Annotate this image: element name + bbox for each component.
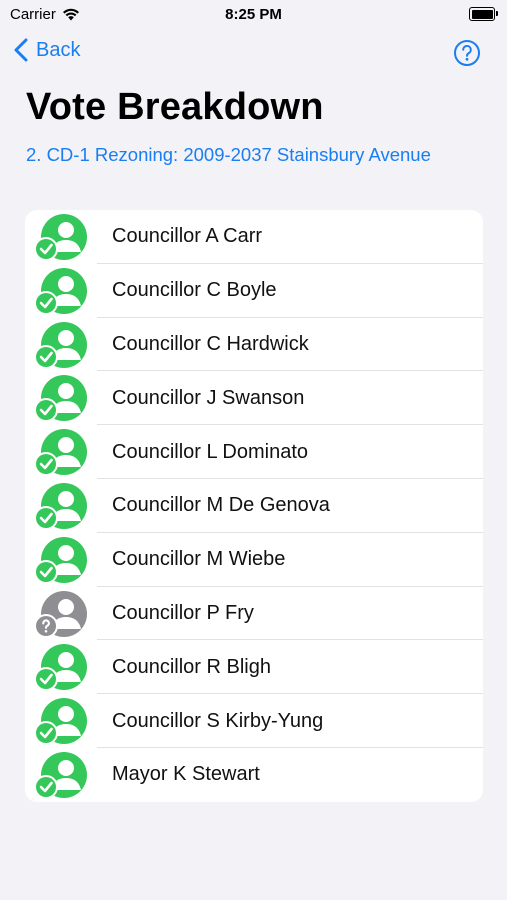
- voted-yes-avatar-icon: [34, 482, 87, 530]
- voted-yes-avatar-icon: [34, 267, 87, 315]
- councillor-row[interactable]: Councillor S Kirby-Yung: [25, 694, 483, 748]
- councillor-row[interactable]: Councillor M De Genova: [25, 479, 483, 533]
- vote-unknown-avatar-icon: [34, 590, 87, 638]
- voted-yes-avatar-icon: [34, 214, 87, 261]
- councillor-row[interactable]: Mayor K Stewart: [25, 748, 483, 802]
- councillor-name: Councillor P Fry: [112, 601, 254, 624]
- page-title: Vote Breakdown: [26, 86, 324, 128]
- councillor-name: Councillor J Swanson: [112, 386, 305, 409]
- motion-link[interactable]: 2. CD-1 Rezoning: 2009-2037 Stainsbury A…: [26, 144, 431, 166]
- back-label: Back: [36, 38, 81, 61]
- question-circle-icon[interactable]: [453, 39, 481, 67]
- status-time: 8:25 PM: [225, 6, 282, 23]
- back-button[interactable]: Back: [14, 38, 80, 62]
- councillor-name: Councillor M De Genova: [112, 494, 330, 517]
- councillor-row[interactable]: Councillor C Boyle: [25, 264, 483, 318]
- councillor-row[interactable]: Councillor A Carr: [25, 210, 483, 264]
- voted-yes-avatar-icon: [34, 644, 87, 692]
- councillor-name: Mayor K Stewart: [112, 763, 260, 786]
- chevron-left-icon: [14, 38, 28, 62]
- voted-yes-avatar-icon: [34, 321, 87, 369]
- councillor-row[interactable]: Councillor M Wiebe: [25, 533, 483, 587]
- voted-yes-avatar-icon: [34, 536, 87, 584]
- councillor-row[interactable]: Councillor P Fry: [25, 587, 483, 641]
- councillor-name: Councillor C Boyle: [112, 279, 277, 302]
- councillor-name: Councillor R Bligh: [112, 655, 271, 678]
- councillor-name: Councillor L Dominato: [112, 440, 309, 463]
- status-bar: Carrier 8:25 PM: [0, 0, 507, 30]
- councillor-name: Councillor C Hardwick: [112, 332, 309, 355]
- voted-yes-avatar-icon: [34, 429, 87, 477]
- vote-list: Councillor A Carr Councillor C Boyle Counc…: [25, 210, 483, 802]
- councillor-name: Councillor A Carr: [112, 225, 263, 248]
- councillor-row[interactable]: Councillor C Hardwick: [25, 318, 483, 372]
- voted-yes-avatar-icon: [34, 375, 87, 423]
- voted-yes-avatar-icon: [34, 751, 87, 799]
- councillor-name: Councillor M Wiebe: [112, 548, 286, 571]
- battery-icon: [469, 7, 498, 21]
- councillor-row[interactable]: Councillor R Bligh: [25, 640, 483, 695]
- navigation-bar: Back: [0, 32, 507, 76]
- voted-yes-avatar-icon: [34, 698, 87, 746]
- councillor-name: Councillor S Kirby-Yung: [112, 709, 324, 732]
- councillor-row[interactable]: Councillor L Dominato: [25, 425, 483, 479]
- councillor-row[interactable]: Councillor J Swanson: [25, 371, 483, 426]
